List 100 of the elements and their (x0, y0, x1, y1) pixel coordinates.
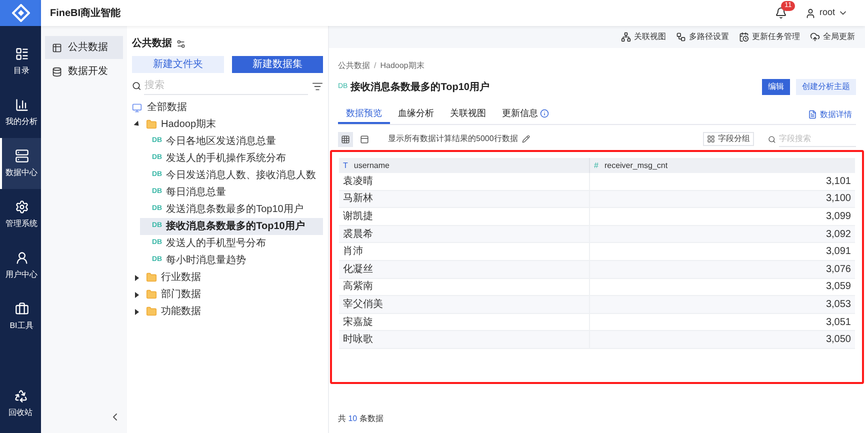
table-cell: 3,076 (589, 260, 855, 278)
folder-icon (146, 272, 157, 283)
table-cell-text: 马新林 (342, 192, 374, 206)
toolbar-item[interactable]: 多路径设置 (676, 31, 729, 43)
folder-icon (146, 119, 157, 130)
tab[interactable]: 数据预览 (338, 105, 390, 124)
table-cell: 3,092 (589, 226, 855, 242)
search-icon (768, 134, 776, 144)
table-cell-text: 时咏歌 (342, 332, 374, 348)
nav-item[interactable]: BI工具 (0, 291, 41, 342)
tree-label: 今日发送消息人数、接收消息人数 (166, 168, 316, 183)
type-glyph: # (594, 160, 598, 172)
type-glyph: T (343, 160, 348, 172)
table-cell: 3,053 (589, 296, 855, 313)
tree-label: 发送人的手机操作系统分布 (166, 152, 286, 166)
create-topic-button[interactable]: 创建分析主题 (796, 79, 856, 95)
document-icon (808, 110, 817, 119)
grid-icon (341, 134, 350, 144)
edit-icon[interactable] (522, 135, 530, 143)
server-icon (14, 148, 28, 162)
app-title: FineBI商业智能 (50, 6, 121, 20)
toolbar-item[interactable]: 更新任务管理 (739, 31, 800, 43)
dataset-title: 接收消息条数最多的Top10用户 (350, 80, 490, 94)
breadcrumb-link[interactable]: 公共数据 (338, 60, 370, 72)
recycle-icon (14, 389, 28, 403)
table-cell: 3,050 (589, 331, 855, 348)
search-icon (132, 81, 142, 91)
recycle-bin-item[interactable]: 回收站 (0, 389, 41, 419)
table-cell-text: 化凝丝 (342, 262, 374, 277)
table-cell: 3,091 (589, 243, 855, 260)
folder-label[interactable]: Hadoop期末 (161, 117, 216, 132)
panel-icon (360, 134, 369, 144)
tree-label: 发送人的手机型号分布 (166, 236, 266, 251)
field-group-button[interactable]: 字段分组 (703, 132, 754, 146)
field-search[interactable]: 字段搜索 (778, 132, 856, 146)
nav-item[interactable]: 我的分析 (0, 87, 41, 138)
table-cell: 3,059 (589, 278, 855, 296)
table-cell: 3,051 (589, 314, 855, 330)
grid-view-toggle[interactable] (338, 132, 353, 146)
user-icon (14, 250, 28, 264)
tab[interactable]: 血缘分析 (390, 105, 442, 124)
table-icon (52, 42, 62, 52)
toolbar-item[interactable]: 关联视图 (621, 31, 666, 43)
new-folder-button[interactable]: 新建文件夹 (132, 56, 224, 73)
column-header[interactable]: T username (339, 158, 589, 173)
user-menu[interactable]: root (805, 6, 848, 20)
table-cell: 3,101 (589, 173, 855, 190)
info-icon (540, 109, 549, 118)
tree-label: 每小时消息量趋势 (166, 254, 246, 268)
table-cell-text: 肖沛 (342, 244, 364, 260)
section-item[interactable]: 公共数据 (45, 36, 123, 59)
database-icon (52, 66, 62, 76)
user-icon (805, 8, 816, 18)
table-cell-text: 宋嘉旋 (342, 316, 374, 330)
table-cell-text: 宰父俏美 (342, 298, 384, 312)
table-cell-text: 裘晨希 (342, 228, 374, 242)
monitor-icon (132, 102, 142, 112)
table-cell-text: 高紫南 (342, 280, 374, 294)
panel-title: 公共数据 (132, 36, 172, 51)
tree-label: 今日各地区发送消息总量 (166, 134, 276, 149)
new-dataset-button[interactable]: 新建数据集 (232, 56, 323, 73)
tree-label: 接收消息条数最多的Top10用户 (166, 219, 305, 234)
nav-item[interactable]: 数据中心 (0, 138, 41, 189)
toolbar-item[interactable]: 全局更新 (810, 31, 855, 43)
hierarchy-icon (676, 32, 686, 42)
table-cell: 3,099 (589, 208, 855, 225)
preview-note: 显示所有数据计算结果的5000行数据 (388, 133, 518, 145)
table-cell-text: 袁凌晴 (342, 174, 374, 189)
tree-label: 发送消息条数最多的Top10用户 (166, 202, 304, 217)
folder-label[interactable]: 行业数据 (161, 270, 201, 285)
notification-icon[interactable] (775, 7, 788, 19)
filter-icon[interactable] (312, 80, 323, 92)
nav-item[interactable]: 用户中心 (0, 240, 41, 291)
calendar-icon (739, 32, 749, 42)
details-link[interactable]: 数据详情 (808, 108, 856, 120)
nav-item[interactable]: 目录 (0, 36, 41, 87)
folder-icon (146, 306, 157, 317)
briefcase-icon (14, 302, 28, 316)
nav-item[interactable]: 管理系统 (0, 189, 41, 240)
breadcrumb-separator: / (374, 60, 376, 72)
tree-label: 每日消息总量 (166, 186, 226, 200)
record-count: 共 10 条数据 (338, 413, 384, 425)
edit-button[interactable]: 编辑 (762, 79, 790, 95)
folder-label[interactable]: 部门数据 (161, 287, 201, 302)
table-cell-text: 谢凯捷 (342, 210, 374, 224)
cloud-upload-icon (810, 32, 820, 42)
network-icon (621, 32, 631, 42)
logo-icon (12, 4, 30, 22)
tab[interactable]: 更新信息 (494, 105, 557, 124)
folder-icon (146, 289, 157, 300)
tree-root[interactable]: 全部数据 (147, 100, 187, 115)
breadcrumb-link[interactable]: Hadoop期末 (380, 60, 424, 72)
chart-icon (14, 98, 28, 112)
table-cell: 3,100 (589, 190, 855, 208)
section-item[interactable]: 数据开发 (45, 60, 123, 83)
tab[interactable]: 关联视图 (442, 105, 494, 124)
search-field[interactable]: 搜索 (144, 77, 308, 95)
list-icon (14, 46, 28, 60)
folder-label[interactable]: 功能数据 (161, 304, 201, 319)
grid-icon (707, 135, 715, 143)
